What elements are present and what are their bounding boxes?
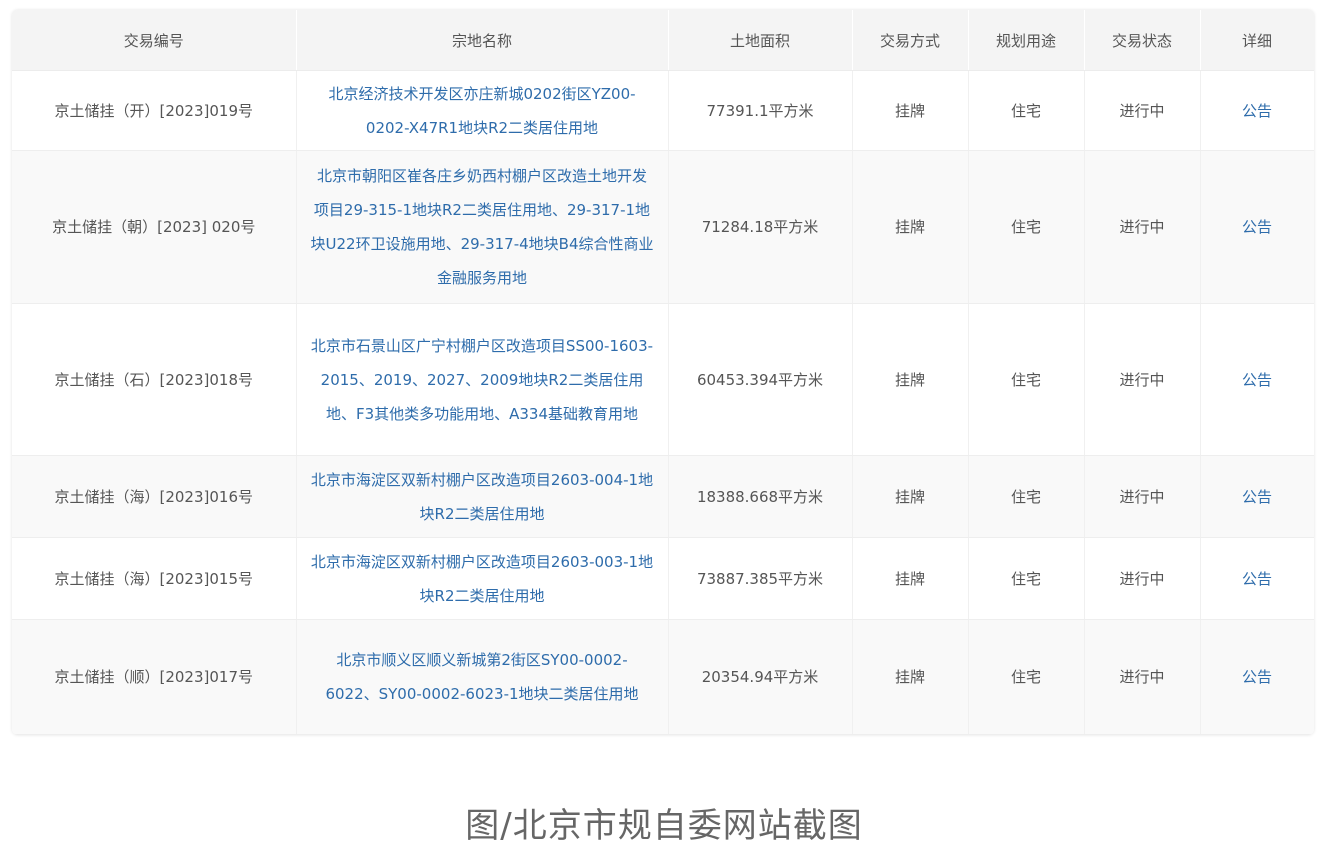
transaction-status: 进行中 xyxy=(1084,455,1201,538)
table-header-row: 交易编号 宗地名称 土地面积 交易方式 规划用途 交易状态 详细 xyxy=(12,10,1314,71)
parcel-name-link[interactable]: 北京市朝阳区崔各庄乡奶西村棚户区改造土地开发项目29-315-1地块R2二类居住… xyxy=(296,150,669,304)
announcement-link[interactable]: 公告 xyxy=(1200,455,1314,538)
announcement-link[interactable]: 公告 xyxy=(1200,70,1314,151)
transaction-method: 挂牌 xyxy=(852,455,969,538)
transaction-method: 挂牌 xyxy=(852,303,969,456)
transaction-status: 进行中 xyxy=(1084,150,1201,304)
parcel-name-link[interactable]: 北京市顺义区顺义新城第2街区SY00-0002-6022、SY00-0002-6… xyxy=(296,619,669,735)
parcel-name-link[interactable]: 北京市海淀区双新村棚户区改造项目2603-004-1地块R2二类居住用地 xyxy=(296,455,669,538)
planned-use: 住宅 xyxy=(968,619,1085,735)
announcement-link[interactable]: 公告 xyxy=(1200,150,1314,304)
transaction-method: 挂牌 xyxy=(852,537,969,620)
land-transaction-table-container: 交易编号 宗地名称 土地面积 交易方式 规划用途 交易状态 详细 京土储挂（开）… xyxy=(12,10,1314,735)
land-area: 73887.385平方米 xyxy=(668,537,853,620)
transaction-method: 挂牌 xyxy=(852,619,969,735)
transaction-status: 进行中 xyxy=(1084,303,1201,456)
planned-use: 住宅 xyxy=(968,455,1085,538)
announcement-link[interactable]: 公告 xyxy=(1200,537,1314,620)
table-row: 京土储挂（海）[2023]015号 北京市海淀区双新村棚户区改造项目2603-0… xyxy=(12,537,1314,620)
table-row: 京土储挂（开）[2023]019号 北京经济技术开发区亦庄新城0202街区YZ0… xyxy=(12,70,1314,151)
land-area: 77391.1平方米 xyxy=(668,70,853,151)
transaction-id: 京土储挂（朝）[2023] 020号 xyxy=(12,150,297,304)
land-transaction-table: 交易编号 宗地名称 土地面积 交易方式 规划用途 交易状态 详细 京土储挂（开）… xyxy=(12,10,1314,735)
transaction-id: 京土储挂（海）[2023]015号 xyxy=(12,537,297,620)
transaction-id: 京土储挂（顺）[2023]017号 xyxy=(12,619,297,735)
transaction-status: 进行中 xyxy=(1084,70,1201,151)
transaction-id: 京土储挂（开）[2023]019号 xyxy=(12,70,297,151)
transaction-method: 挂牌 xyxy=(852,150,969,304)
header-planned-use[interactable]: 规划用途 xyxy=(968,10,1085,71)
transaction-id: 京土储挂（海）[2023]016号 xyxy=(12,455,297,538)
parcel-name-link[interactable]: 北京市石景山区广宁村棚户区改造项目SS00-1603-2015、2019、202… xyxy=(296,303,669,456)
table-row: 京土储挂（朝）[2023] 020号 北京市朝阳区崔各庄乡奶西村棚户区改造土地开… xyxy=(12,150,1314,304)
transaction-status: 进行中 xyxy=(1084,537,1201,620)
land-area: 60453.394平方米 xyxy=(668,303,853,456)
planned-use: 住宅 xyxy=(968,303,1085,456)
table-row: 京土储挂（顺）[2023]017号 北京市顺义区顺义新城第2街区SY00-000… xyxy=(12,619,1314,735)
land-area: 18388.668平方米 xyxy=(668,455,853,538)
land-area: 20354.94平方米 xyxy=(668,619,853,735)
header-transaction-status[interactable]: 交易状态 xyxy=(1084,10,1201,71)
header-land-area[interactable]: 土地面积 xyxy=(668,10,853,71)
transaction-method: 挂牌 xyxy=(852,70,969,151)
transaction-id: 京土储挂（石）[2023]018号 xyxy=(12,303,297,456)
image-caption: 图/北京市规自委网站截图 xyxy=(465,806,863,846)
parcel-name-link[interactable]: 北京市海淀区双新村棚户区改造项目2603-003-1地块R2二类居住用地 xyxy=(296,537,669,620)
transaction-status: 进行中 xyxy=(1084,619,1201,735)
planned-use: 住宅 xyxy=(968,537,1085,620)
header-transaction-id[interactable]: 交易编号 xyxy=(12,10,297,71)
land-area: 71284.18平方米 xyxy=(668,150,853,304)
parcel-name-link[interactable]: 北京经济技术开发区亦庄新城0202街区YZ00-0202-X47R1地块R2二类… xyxy=(296,70,669,151)
table-row: 京土储挂（海）[2023]016号 北京市海淀区双新村棚户区改造项目2603-0… xyxy=(12,455,1314,538)
planned-use: 住宅 xyxy=(968,150,1085,304)
planned-use: 住宅 xyxy=(968,70,1085,151)
table-row: 京土储挂（石）[2023]018号 北京市石景山区广宁村棚户区改造项目SS00-… xyxy=(12,303,1314,456)
header-detail[interactable]: 详细 xyxy=(1200,10,1314,71)
header-transaction-method[interactable]: 交易方式 xyxy=(852,10,969,71)
announcement-link[interactable]: 公告 xyxy=(1200,619,1314,735)
announcement-link[interactable]: 公告 xyxy=(1200,303,1314,456)
header-parcel-name[interactable]: 宗地名称 xyxy=(296,10,669,71)
